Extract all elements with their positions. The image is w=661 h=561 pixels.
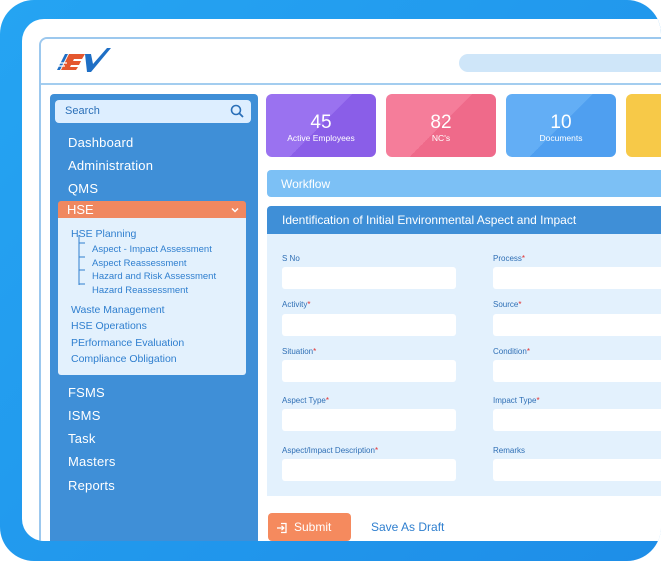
sidebar: Search Dashboard Administration QMS HSE … — [50, 94, 258, 541]
sidebar-item-task[interactable]: Task — [68, 431, 96, 446]
screen: Search Dashboard Administration QMS HSE … — [22, 19, 661, 541]
tree-connector — [78, 235, 85, 285]
submenu-compliance-obligation[interactable]: Compliance Obligation — [71, 353, 177, 365]
field-label-sno: S No — [282, 254, 300, 263]
submit-button[interactable]: Submit — [268, 513, 351, 541]
stat-card-documents[interactable]: 10 Documents — [506, 94, 616, 157]
impact-type-select[interactable] — [493, 409, 661, 431]
sidebar-item-label: HSE — [67, 202, 94, 217]
aspect-type-select[interactable] — [282, 409, 456, 431]
form-body: S No Process* Activity* Source* Situatio… — [267, 234, 661, 496]
stat-value: 82 — [430, 112, 452, 133]
submit-label: Submit — [294, 520, 332, 534]
field-label-source: Source* — [493, 300, 522, 309]
field-label-activity: Activity* — [282, 300, 311, 309]
submenu-hazard-reassessment[interactable]: Hazard Reassessment — [92, 285, 188, 296]
sidebar-item-masters[interactable]: Masters — [68, 454, 116, 469]
device-frame: Search Dashboard Administration QMS HSE … — [0, 0, 661, 561]
sidebar-item-isms[interactable]: ISMS — [68, 408, 101, 423]
field-label-remarks: Remarks — [493, 446, 526, 455]
submenu-performance-evaluation[interactable]: PErformance Evaluation — [71, 337, 184, 349]
sno-input[interactable] — [282, 267, 456, 289]
situation-input[interactable] — [282, 360, 456, 382]
field-label-process: Process* — [493, 254, 526, 263]
field-label-impact-type: Impact Type* — [493, 396, 540, 405]
workflow-bar[interactable]: Workflow — [267, 170, 661, 197]
save-draft-link[interactable]: Save As Draft — [371, 520, 444, 534]
stat-card-employees[interactable]: 45 Active Employees — [266, 94, 376, 157]
search-label: Search — [65, 105, 100, 117]
stat-value: 10 — [550, 112, 572, 133]
sidebar-item-reports[interactable]: Reports — [68, 478, 115, 493]
workflow-label: Workflow — [281, 177, 331, 191]
ev-logo — [55, 48, 111, 72]
form-title: Identification of Initial Environmental … — [282, 213, 577, 227]
stat-card-ncs[interactable]: 82 NC's — [386, 94, 496, 157]
remarks-input[interactable] — [493, 459, 661, 481]
field-label-condition: Condition* — [493, 347, 530, 356]
stat-value: 45 — [310, 112, 332, 133]
search-icon[interactable] — [228, 102, 247, 121]
source-input[interactable] — [493, 314, 661, 336]
condition-input[interactable] — [493, 360, 661, 382]
stat-label: NC's — [431, 133, 451, 143]
submenu-aspect-reassessment[interactable]: Aspect Reassessment — [92, 258, 187, 269]
stat-card-partial[interactable] — [626, 94, 661, 157]
field-label-description: Aspect/Impact Description* — [282, 446, 379, 455]
app-header — [41, 39, 661, 85]
sidebar-search[interactable]: Search — [55, 100, 251, 123]
field-label-aspect-type: Aspect Type* — [282, 396, 330, 405]
submenu-aspect-impact[interactable]: Aspect - Impact Assessment — [92, 244, 212, 255]
sidebar-item-fsms[interactable]: FSMS — [68, 385, 105, 400]
stat-label: Active Employees — [287, 133, 355, 143]
submenu-hse-operations[interactable]: HSE Operations — [71, 320, 147, 332]
app-window: Search Dashboard Administration QMS HSE … — [39, 37, 661, 541]
login-arrow-icon — [276, 521, 288, 539]
description-input[interactable] — [282, 459, 456, 481]
field-label-situation: Situation* — [282, 347, 317, 356]
form-header: Identification of Initial Environmental … — [267, 206, 661, 234]
header-search-bar[interactable] — [459, 54, 661, 72]
activity-input[interactable] — [282, 314, 456, 336]
sidebar-item-dashboard[interactable]: Dashboard — [68, 135, 133, 150]
submenu-hazard-risk[interactable]: Hazard and Risk Assessment — [92, 271, 216, 282]
sidebar-item-hse[interactable]: HSE — [58, 201, 246, 218]
stat-label: Documents — [539, 133, 583, 143]
sidebar-item-qms[interactable]: QMS — [68, 181, 98, 196]
sidebar-item-administration[interactable]: Administration — [68, 158, 153, 173]
process-input[interactable] — [493, 267, 661, 289]
submenu-waste-management[interactable]: Waste Management — [71, 304, 165, 316]
